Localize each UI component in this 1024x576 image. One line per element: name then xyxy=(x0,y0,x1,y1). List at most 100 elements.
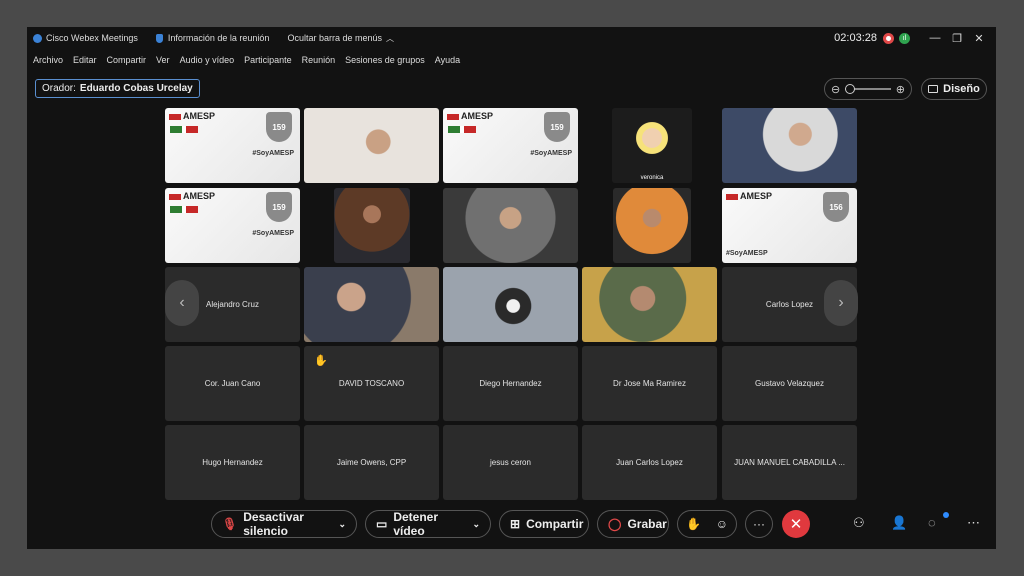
speaker-indicator[interactable]: Orador: Eduardo Cobas Urcelay xyxy=(35,79,200,98)
leave-meeting-button[interactable]: ✕ xyxy=(782,510,810,538)
flags-graphic xyxy=(448,126,488,133)
layout-button[interactable]: Diseño xyxy=(921,78,987,100)
record-button[interactable]: ◯ Grabar xyxy=(597,510,669,538)
hashtag-text: #SoyAMESP xyxy=(726,250,768,257)
participant-tile[interactable]: Dr Jose Ma Ramirez xyxy=(582,346,717,421)
participants-icon[interactable]: 👤 xyxy=(891,515,907,531)
zoom-out-icon[interactable]: ⊖ xyxy=(831,83,840,96)
more-options-button[interactable]: ··· xyxy=(745,510,773,538)
apps-icon[interactable]: ⚇ xyxy=(853,515,865,531)
chevron-left-icon: ‹ xyxy=(179,294,185,311)
participant-name: Jaime Owens, CPP xyxy=(336,458,407,467)
participant-name: DAVID TOSCANO xyxy=(338,379,405,388)
chevron-down-icon[interactable]: ⌄ xyxy=(338,519,346,530)
titlebar-right: 02:03:28 ıl — ❐ ✕ xyxy=(834,27,990,49)
participant-tile[interactable]: Jaime Owens, CPP xyxy=(304,425,439,500)
hashtag-text: #SoyAMESP xyxy=(252,150,294,157)
restore-icon[interactable]: ❐ xyxy=(946,32,968,45)
badge-icon: 159 xyxy=(266,192,292,222)
mic-off-icon: 🎙 xyxy=(222,517,238,531)
close-icon[interactable]: ✕ xyxy=(968,32,990,45)
menu-reunion[interactable]: Reunión xyxy=(302,55,336,65)
zoom-track[interactable] xyxy=(845,84,891,94)
chat-icon[interactable]: ◌ xyxy=(928,515,936,530)
hide-menu-button[interactable]: Ocultar barra de menús ︿ xyxy=(287,33,394,44)
video-tile[interactable] xyxy=(582,267,717,342)
menu-audio-video[interactable]: Audio y vídeo xyxy=(180,55,235,65)
app-title: Cisco Webex Meetings xyxy=(33,33,138,43)
emoji-icon[interactable]: ☺ xyxy=(716,517,728,531)
video-tile[interactable]: veronica xyxy=(612,108,692,183)
badge-icon: 156 xyxy=(823,192,849,222)
menu-archivo[interactable]: Archivo xyxy=(33,55,63,65)
video-tile[interactable] xyxy=(304,108,439,183)
participant-tile[interactable]: jesus ceron xyxy=(443,425,578,500)
zoom-slider[interactable]: ⊖ ⊕ xyxy=(824,78,912,100)
chevron-up-icon: ︿ xyxy=(385,33,394,43)
video-tile[interactable]: AMESP 159 #SoyAMESP xyxy=(165,108,300,183)
zoom-in-icon[interactable]: ⊕ xyxy=(896,83,905,96)
video-tile[interactable] xyxy=(334,188,410,263)
titlebar: Cisco Webex Meetings Información de la r… xyxy=(27,27,996,49)
app-name: Cisco Webex Meetings xyxy=(46,33,138,43)
amesp-logo: AMESP xyxy=(169,111,215,121)
participant-tile[interactable]: Diego Hernandez xyxy=(443,346,578,421)
unmute-button[interactable]: 🎙 Desactivar silencio ⌄ xyxy=(211,510,357,538)
video-tile[interactable]: AMESP 156 #SoyAMESP xyxy=(722,188,857,263)
meeting-info-label: Información de la reunión xyxy=(167,33,270,43)
participant-tile[interactable]: JUAN MANUEL CABADILLA ... xyxy=(722,425,857,500)
participant-video-label: veronica xyxy=(640,175,664,181)
meeting-info-button[interactable]: Información de la reunión xyxy=(155,33,270,43)
menu-ver[interactable]: Ver xyxy=(156,55,170,65)
grid-icon xyxy=(928,85,939,93)
chevron-down-icon[interactable]: ⌄ xyxy=(472,519,480,530)
participant-tile[interactable]: Hugo Hernandez xyxy=(165,425,300,500)
speaker-label: Orador: xyxy=(42,83,76,94)
stop-video-label: Detener vídeo xyxy=(393,510,439,538)
participant-tile[interactable]: Gustavo Velazquez xyxy=(722,346,857,421)
video-tile[interactable] xyxy=(443,188,578,263)
menu-sesiones[interactable]: Sesiones de grupos xyxy=(345,55,425,65)
video-tile[interactable] xyxy=(304,267,439,342)
prev-page-button[interactable]: ‹ xyxy=(165,280,199,326)
more-panels-icon[interactable]: ⋯ xyxy=(967,515,980,531)
connection-icon: ıl xyxy=(899,32,910,44)
flags-graphic xyxy=(170,206,210,213)
participant-tile[interactable]: ✋ DAVID TOSCANO xyxy=(304,346,439,421)
flags-graphic xyxy=(170,126,210,133)
menubar: Archivo Editar Compartir Ver Audio y víd… xyxy=(33,52,470,68)
video-tile[interactable] xyxy=(443,267,578,342)
next-page-button[interactable]: › xyxy=(824,280,858,326)
participant-name: Dr Jose Ma Ramirez xyxy=(613,379,686,388)
menu-ayuda[interactable]: Ayuda xyxy=(435,55,460,65)
meeting-timer: 02:03:28 xyxy=(834,32,877,44)
share-icon: ⊞ xyxy=(510,517,521,531)
hashtag-text: #SoyAMESP xyxy=(530,150,572,157)
minimize-icon[interactable]: — xyxy=(924,32,946,44)
speaker-name: Eduardo Cobas Urcelay xyxy=(79,83,193,94)
share-button[interactable]: ⊞ Compartir xyxy=(499,510,589,538)
menu-editar[interactable]: Editar xyxy=(73,55,97,65)
amesp-logo: AMESP xyxy=(169,191,215,201)
badge-icon: 159 xyxy=(544,112,570,142)
video-tile[interactable] xyxy=(722,108,857,183)
video-tile[interactable]: AMESP 159 #SoyAMESP xyxy=(443,108,578,183)
hide-menu-label: Ocultar barra de menús xyxy=(287,33,382,43)
hashtag-text: #SoyAMESP xyxy=(252,230,294,237)
zoom-knob[interactable] xyxy=(845,84,856,94)
reactions-group[interactable]: ✋ ☺ xyxy=(677,510,737,538)
menu-compartir[interactable]: Compartir xyxy=(107,55,147,65)
badge-icon: 159 xyxy=(266,112,292,142)
menu-participante[interactable]: Participante xyxy=(244,55,292,65)
raised-hand-icon: ✋ xyxy=(314,355,328,367)
stop-video-button[interactable]: ▭ Detener vídeo ⌄ xyxy=(365,510,491,538)
participant-tile[interactable]: Cor. Juan Cano xyxy=(165,346,300,421)
participant-tile[interactable]: Juan Carlos Lopez xyxy=(582,425,717,500)
camera-icon: ▭ xyxy=(376,517,388,531)
raise-hand-icon[interactable]: ✋ xyxy=(686,517,701,531)
participant-name: Hugo Hernandez xyxy=(202,458,263,467)
webex-window: Cisco Webex Meetings Información de la r… xyxy=(27,27,996,549)
video-tile[interactable]: AMESP 159 #SoyAMESP xyxy=(165,188,300,263)
video-tile[interactable] xyxy=(613,188,691,263)
participant-name: Juan Carlos Lopez xyxy=(616,458,683,467)
